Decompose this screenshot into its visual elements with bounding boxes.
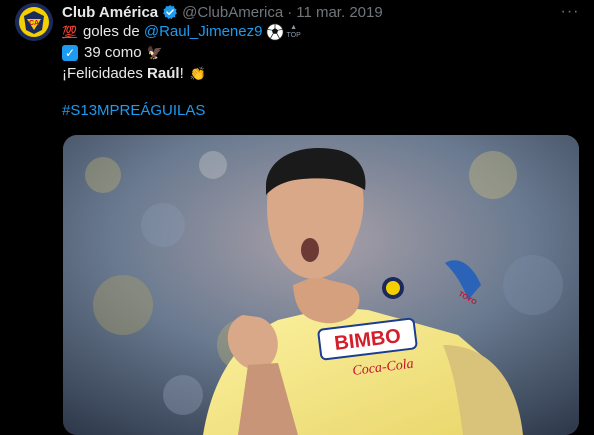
soccer-ball-icon bbox=[267, 23, 284, 41]
eagle-emoji-icon: 🦅 bbox=[146, 45, 163, 60]
check-emoji-icon: ✓ bbox=[62, 45, 78, 61]
author-handle[interactable]: @ClubAmerica bbox=[182, 4, 283, 21]
tweet-date[interactable]: 11 mar. 2019 bbox=[296, 4, 382, 21]
clap-emoji-icon: 👏 bbox=[189, 66, 206, 81]
more-icon[interactable]: ··· bbox=[558, 3, 582, 21]
separator-dot: · bbox=[287, 3, 293, 21]
tweet-photo[interactable]: BIMBO Coca-Cola TOYO bbox=[63, 135, 579, 435]
congrats-suffix: ! bbox=[179, 65, 184, 82]
author-name[interactable]: Club América bbox=[62, 4, 158, 21]
hashtag-link[interactable]: #S13MPREÁGUILAS bbox=[62, 101, 205, 121]
congrats-prefix: ¡Felicidades bbox=[62, 65, 143, 82]
goals-text: goles de bbox=[82, 23, 140, 40]
tweet-text-line-2: ✓ 39 como 🦅 bbox=[62, 43, 169, 63]
svg-text:CA: CA bbox=[29, 20, 39, 27]
top-label: ▲ TOP bbox=[286, 24, 301, 39]
club-logo-icon[interactable]: CA bbox=[15, 3, 53, 41]
congrats-name: Raúl bbox=[147, 65, 180, 82]
tweet-text-line-4: #S13MPREÁGUILAS bbox=[62, 101, 205, 121]
tweet-header: Club América @ClubAmerica · 11 mar. 2019 bbox=[62, 3, 554, 21]
verified-badge-icon bbox=[163, 5, 178, 20]
hundred-emoji-icon: 💯 bbox=[62, 25, 77, 39]
count-text: 39 como bbox=[84, 44, 142, 61]
tweet-text-line-3: ¡Felicidades Raúl! 👏 bbox=[62, 64, 212, 84]
tweet-text-line-1: 💯 goles de @Raul_Jimenez9 ▲ TOP bbox=[62, 22, 301, 42]
mention-link[interactable]: @Raul_Jimenez9 bbox=[144, 22, 263, 42]
